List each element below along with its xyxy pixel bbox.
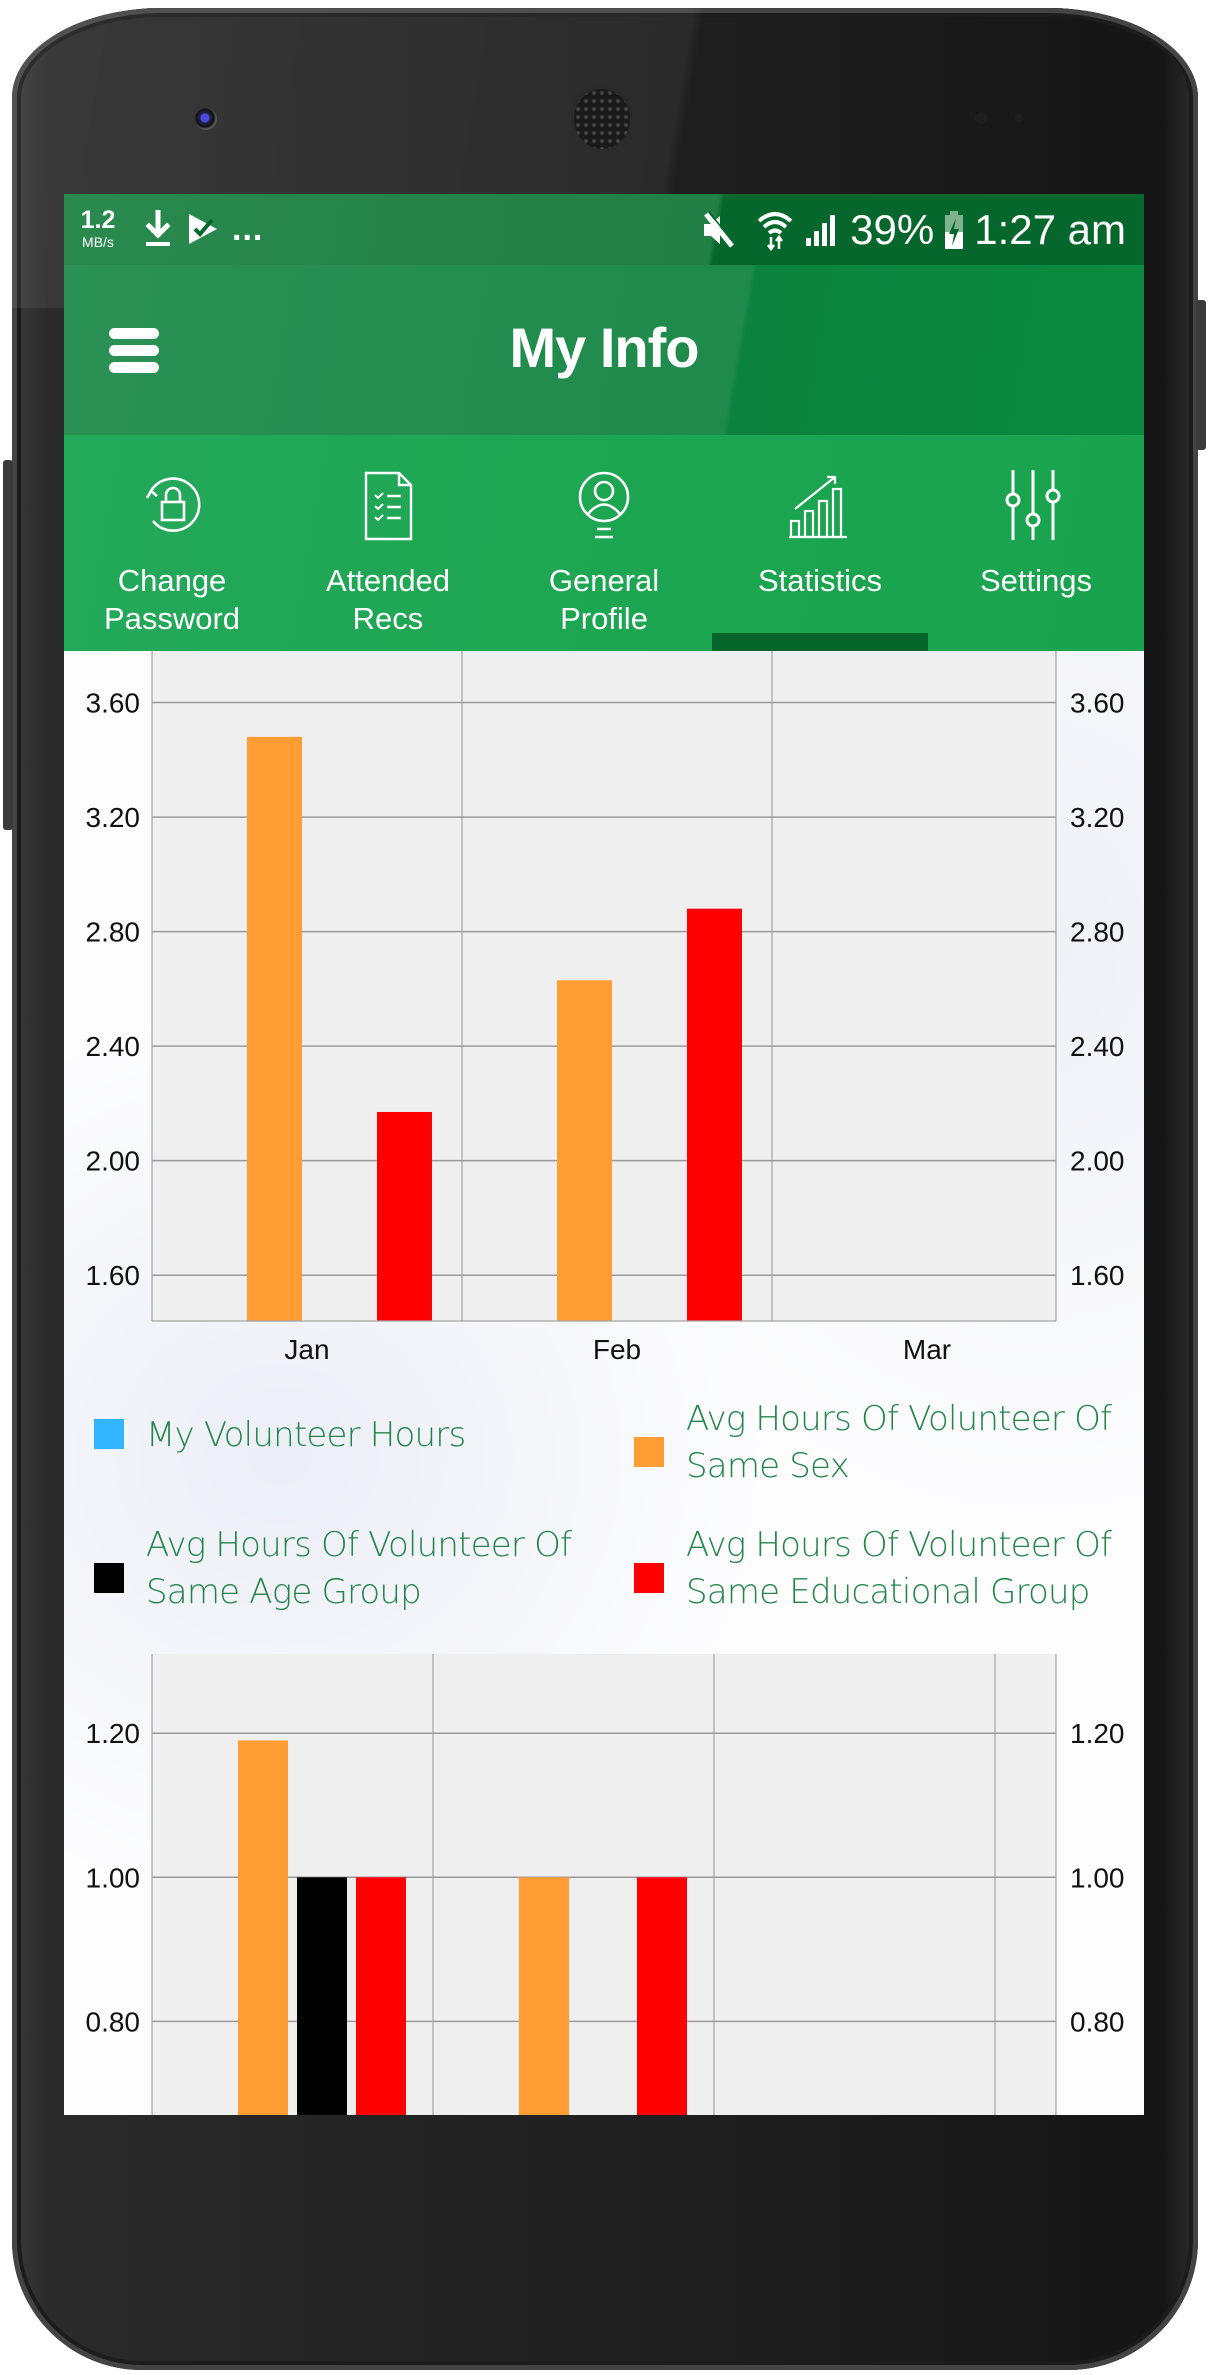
mute-icon [704,211,736,248]
y-tick-label-left: 2.80 [86,917,141,948]
bar-jan-series-3 [377,1111,432,1321]
network-speed-value: 1.2 [80,206,116,234]
clock: 1:27 am [974,205,1126,253]
x-tick-label: Jan [284,1334,329,1365]
download-icon [145,210,171,246]
legend-label: My Volunteer Hours [146,1415,466,1455]
y-tick-label-left: 1.00 [86,1862,141,1893]
bar-jan-series-1 [238,1740,288,2115]
network-speed-unit: MB/s [82,234,114,250]
tab-label-text: Statistics [757,563,883,598]
y-tick-label-right: 2.40 [1070,1031,1125,1062]
x-tick-label: Feb [593,1334,641,1365]
tab-label: Statistics [712,562,928,600]
x-tick-label: Mar [903,1334,951,1365]
tab-label-text: Attended Recs [325,563,451,636]
wifi-icon [757,211,793,251]
tab-change-password[interactable]: Change Password [64,435,280,651]
y-tick-label-right: 3.60 [1070,688,1125,719]
legend-swatch [634,1437,664,1467]
selected-tab-indicator [712,633,928,651]
chart-volunteer-hours-1: 1.60 1.60 2.00 2.00 2.40 2.40 2.80 2.80 3.20 3.20… [86,651,1125,1365]
y-tick-label-left: 3.20 [86,802,141,833]
bar-feb-series-1 [519,1877,569,2115]
tab-label: General Profile [496,562,712,638]
light-sensor [1015,114,1024,123]
network-speed: 1.2 MB/s [78,206,118,250]
checklist-document-icon [364,471,413,541]
tab-statistics[interactable]: Statistics [712,435,928,651]
sliders-icon [1005,470,1061,540]
volume-button [3,460,13,830]
tab-label: Change Password [64,562,280,638]
signal-icon [806,214,836,246]
y-tick-label-left: 1.20 [86,1718,141,1749]
bar-feb-series-1 [557,980,612,1321]
tab-label: Attended Recs [280,562,496,638]
legend-swatch [94,1563,124,1593]
legend-label: Avg Hours Of Volunteer Of Same Age Group [146,1525,572,1612]
app-toolbar: My Info [64,265,1144,435]
tab-label-text: Change Password [103,563,241,636]
legend-label: Avg Hours Of Volunteer Of Same Sex [686,1399,1112,1486]
battery-percent: 39% [850,205,935,253]
lock-refresh-icon [145,477,201,532]
y-tick-label-left: 0.80 [86,2006,141,2037]
bar-feb-series-3 [687,908,742,1321]
tab-label-text: Settings [979,563,1092,598]
earpiece-speaker [574,89,630,149]
more-notifications: ... [232,210,264,248]
front-camera [195,108,217,130]
battery-charging-icon [945,210,964,249]
y-tick-label-right: 1.20 [1070,1718,1125,1749]
profile-icon [578,471,630,539]
proximity-sensor [975,112,987,124]
play-store-check-icon [189,214,217,244]
y-tick-label-left: 2.00 [86,1146,141,1177]
tab-label: Settings [928,562,1144,600]
y-tick-label-right: 2.00 [1070,1146,1125,1177]
bar-jan-series-2 [297,1877,347,2115]
y-tick-label-right: 2.80 [1070,917,1125,948]
tab-settings[interactable]: Settings [928,435,1144,651]
y-tick-label-right: 0.80 [1070,2006,1125,2037]
tab-general-profile[interactable]: General Profile [496,435,712,651]
screen: 1.2 MB/s ... 39% 1:27 am My Info Change … [64,194,1144,2115]
y-tick-label-right: 1.60 [1070,1260,1125,1291]
status-right: 39% 1:27 am [700,202,1126,257]
legend-swatch [94,1419,124,1449]
bar-jan-series-1 [247,736,302,1321]
y-tick-label-left: 1.60 [86,1260,141,1291]
bar-feb-series-3 [637,1877,687,2115]
y-tick-label-left: 2.40 [86,1031,141,1062]
legend-label: Avg Hours Of Volunteer Of Same Education… [686,1525,1112,1612]
tab-attended-recs[interactable]: Attended Recs [280,435,496,651]
tab-label-text: General Profile [548,563,660,636]
bar-jan-series-3 [356,1877,406,2115]
tab-bar: Change Password Attended Recs General Pr… [64,435,1144,651]
bar-chart-trend-icon [789,475,847,539]
y-tick-label-right: 3.20 [1070,802,1125,833]
chart-volunteer-hours-2: 0.80 0.80 1.00 1.00 1.20 1.20 [86,1654,1125,2115]
legend-swatch [634,1563,664,1593]
status-bar: 1.2 MB/s ... 39% 1:27 am [64,194,1144,265]
y-tick-label-left: 3.60 [86,688,141,719]
power-button [1196,300,1206,450]
y-tick-label-right: 1.00 [1070,1862,1125,1893]
page-title: My Info [509,316,700,379]
